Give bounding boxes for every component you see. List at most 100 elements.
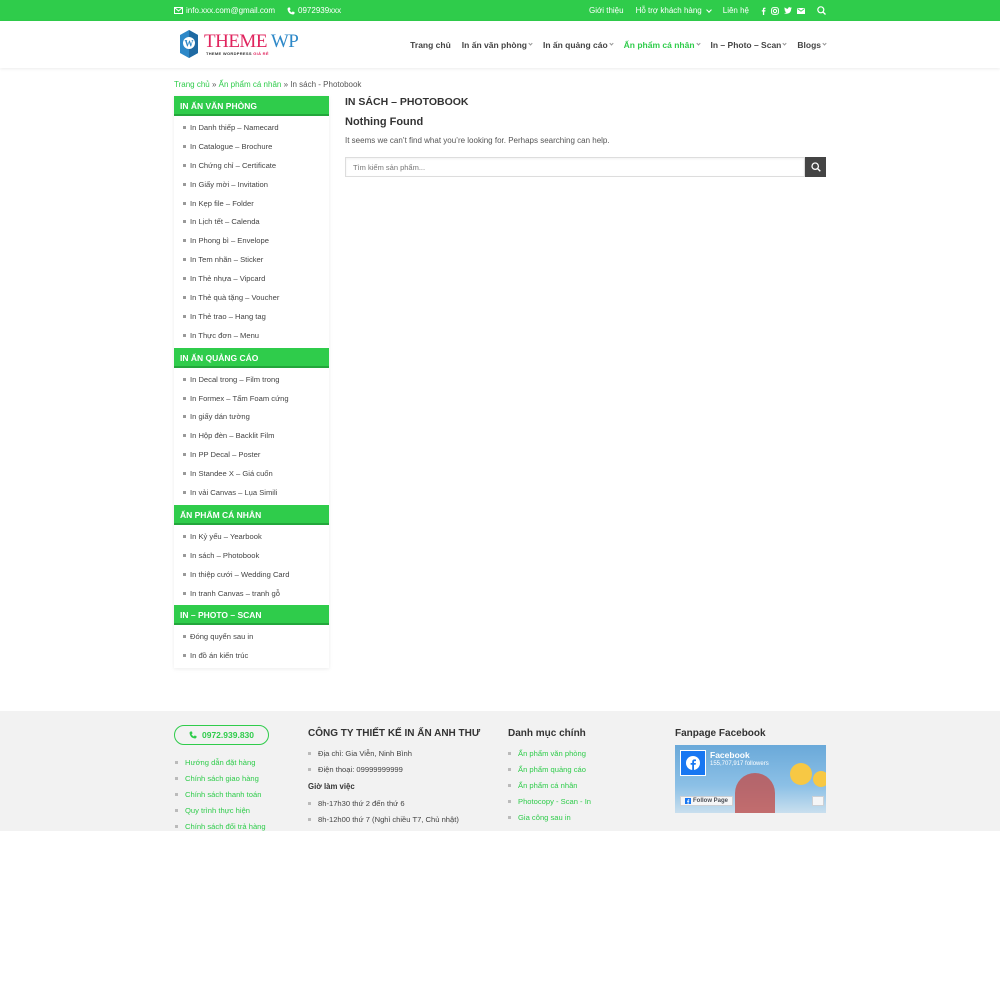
product-search-input[interactable] <box>345 157 805 177</box>
sidebar-block-office: IN ẤN VĂN PHÒNG In Danh thiếp – Namecard… <box>174 96 329 669</box>
footer-policy-links: Hướng dẫn đặt hàng Chính sách giao hàng … <box>175 754 266 831</box>
footer-hours-title: Giờ làm việc <box>308 781 355 791</box>
sidebar: IN ẤN VĂN PHÒNG In Danh thiếp – Namecard… <box>174 96 329 669</box>
footer-company: CÔNG TY THIẾT KẾ IN ẤN ANH THƯ Địa chỉ: … <box>308 728 493 827</box>
footer-category-link[interactable]: Ấn phẩm văn phòng <box>508 745 658 761</box>
breadcrumb-separator: » <box>281 80 291 89</box>
nav-personal-print[interactable]: Ấn phẩm cá nhân <box>624 40 701 50</box>
envelope-icon <box>174 7 183 14</box>
sidebar-item[interactable]: In Standee X – Giá cuốn <box>174 464 329 483</box>
sidebar-item[interactable]: In Kẹp file – Folder <box>174 194 329 213</box>
footer-categories: Danh mục chính Ấn phẩm văn phòng Ấn phẩm… <box>508 728 658 825</box>
footer-category-link[interactable]: Ấn phẩm quảng cáo <box>508 761 658 777</box>
wow-emoji-icon <box>790 763 812 785</box>
sidebar-item[interactable]: In vải Canvas – Lụa Simili <box>174 483 329 502</box>
facebook-logo-icon <box>680 750 706 776</box>
facebook-follow-button[interactable]: Follow Page <box>680 796 734 806</box>
email-link[interactable]: info.xxx.com@gmail.com <box>174 6 275 15</box>
footer-link[interactable]: Chính sách đổi trả hàng <box>175 818 266 831</box>
sidebar-item[interactable]: In Thẻ trao – Hang tag <box>174 307 329 326</box>
nav-ad-printing[interactable]: In ấn quảng cáo <box>543 40 614 50</box>
footer-link[interactable]: Chính sách giao hàng <box>175 770 266 786</box>
facebook-icon <box>685 798 691 804</box>
sidebar-item[interactable]: In Kỷ yếu – Yearbook <box>174 527 329 546</box>
sidebar-title: IN ẤN QUẢNG CÁO <box>174 347 329 368</box>
topbar-link-contact[interactable]: Liên hệ <box>723 6 749 15</box>
nav-home[interactable]: Trang chủ <box>410 40 451 50</box>
sidebar-item[interactable]: In đồ án kiến trúc <box>174 646 329 665</box>
logo-mark-icon: W <box>180 30 198 58</box>
sidebar-item[interactable]: In Thẻ quà tặng – Voucher <box>174 288 329 307</box>
phone-icon <box>189 731 197 739</box>
breadcrumb-current: In sách - Photobook <box>290 80 362 89</box>
sidebar-item[interactable]: In Giấy mời – Invitation <box>174 175 329 194</box>
sidebar-item[interactable]: In thiệp cưới – Wedding Card <box>174 565 329 584</box>
mail-icon[interactable] <box>797 7 805 14</box>
instagram-icon[interactable] <box>771 6 779 15</box>
facebook-icon[interactable] <box>761 7 766 15</box>
sidebar-item[interactable]: In Decal trong – Film trong <box>174 370 329 389</box>
breadcrumb-parent[interactable]: Ấn phẩm cá nhân <box>219 80 282 89</box>
chevron-down-icon <box>782 41 787 46</box>
footer-fanpage: Fanpage Facebook Facebook 155,707,917 fo… <box>675 728 826 813</box>
facebook-page-widget[interactable]: Facebook 155,707,917 followers Follow Pa… <box>675 745 826 813</box>
sidebar-item[interactable]: Đóng quyển sau in <box>174 627 329 646</box>
footer-fanpage-title: Fanpage Facebook <box>675 728 766 739</box>
sidebar-item[interactable]: In sách – Photobook <box>174 546 329 565</box>
sidebar-item[interactable]: In Formex – Tấm Foam cứng <box>174 389 329 408</box>
footer-link[interactable]: Quy trình thực hiện <box>175 802 266 818</box>
footer-tel: Điện thoại: 09999999999 <box>308 761 493 777</box>
sidebar-item[interactable]: In Thực đơn – Menu <box>174 326 329 345</box>
search-icon[interactable] <box>817 6 826 15</box>
footer-category-link[interactable]: Photocopy - Scan - In <box>508 793 658 809</box>
footer-phone-text: 0972.939.830 <box>202 730 254 740</box>
share-icon[interactable] <box>812 796 824 806</box>
twitter-icon[interactable] <box>784 7 792 14</box>
facebook-followers: 155,707,917 followers <box>710 761 769 767</box>
sidebar-item[interactable]: In Thẻ nhựa – Vipcard <box>174 269 329 288</box>
chevron-down-icon <box>822 41 827 46</box>
haha-emoji-icon <box>813 771 826 787</box>
footer-category-link[interactable]: Ấn phẩm cá nhân <box>508 777 658 793</box>
sidebar-item[interactable]: In Lịch tết – Calenda <box>174 212 329 231</box>
top-bar: info.xxx.com@gmail.com 0972939xxx Giới t… <box>0 0 1000 21</box>
breadcrumb-separator: » <box>209 80 219 89</box>
topbar-link-about[interactable]: Giới thiệu <box>589 6 624 15</box>
nav-photo-scan[interactable]: In – Photo – Scan <box>711 40 787 50</box>
product-search-button[interactable] <box>805 157 826 177</box>
sidebar-item[interactable]: In giấy dán tường <box>174 407 329 426</box>
facebook-follow-label: Follow Page <box>693 798 729 804</box>
sidebar-title: IN – PHOTO – SCAN <box>174 605 329 626</box>
sidebar-title: ẤN PHẨM CÁ NHÂN <box>174 504 329 525</box>
sidebar-item[interactable]: In Phong bì – Envelope <box>174 231 329 250</box>
nav-blogs[interactable]: Blogs <box>797 40 827 50</box>
sidebar-item[interactable]: In Tem nhãn – Sticker <box>174 250 329 269</box>
chevron-down-icon <box>609 41 614 46</box>
phone-link[interactable]: 0972939xxx <box>287 6 341 15</box>
sidebar-item[interactable]: In PP Decal – Poster <box>174 445 329 464</box>
breadcrumb-home[interactable]: Trang chủ <box>174 80 210 89</box>
sidebar-item[interactable]: In Danh thiếp – Namecard <box>174 118 329 137</box>
nav-office-printing[interactable]: In ấn văn phòng <box>462 40 533 50</box>
chevron-down-icon <box>528 41 533 46</box>
footer-hours-item: 8h-17h30 thứ 2 đến thứ 6 <box>308 795 493 811</box>
sidebar-item[interactable]: In Hộp đèn – Backlit Film <box>174 426 329 445</box>
footer-category-link[interactable]: Gia công sau in <box>508 809 658 825</box>
main-nav: Trang chủ In ấn văn phòng In ấn quảng cá… <box>410 21 827 68</box>
site-logo[interactable]: W THEME WP THEME WORDPRESS GIÁ RẺ <box>178 29 299 59</box>
facebook-page-name[interactable]: Facebook <box>710 750 750 760</box>
page-title: IN SÁCH – PHOTOBOOK <box>345 96 469 108</box>
topbar-link-support[interactable]: Hỗ trợ khách hàng <box>636 6 712 15</box>
phone-text: 0972939xxx <box>298 6 342 15</box>
footer-company-title: CÔNG TY THIẾT KẾ IN ẤN ANH THƯ <box>308 728 481 739</box>
footer-address: Địa chỉ: Gia Viễn, Ninh Bình <box>308 745 493 761</box>
sidebar-item[interactable]: In tranh Canvas – tranh gỗ <box>174 584 329 603</box>
footer-link[interactable]: Hướng dẫn đặt hàng <box>175 754 266 770</box>
phone-icon <box>287 7 295 15</box>
footer-phone-button[interactable]: 0972.939.830 <box>174 725 269 745</box>
footer-categories-title: Danh mục chính <box>508 728 586 739</box>
sidebar-item[interactable]: In Catalogue – Brochure <box>174 137 329 156</box>
sidebar-item[interactable]: In Chứng chỉ – Certificate <box>174 156 329 175</box>
footer-link[interactable]: Chính sách thanh toán <box>175 786 266 802</box>
logo-title: THEME WP <box>204 31 299 52</box>
